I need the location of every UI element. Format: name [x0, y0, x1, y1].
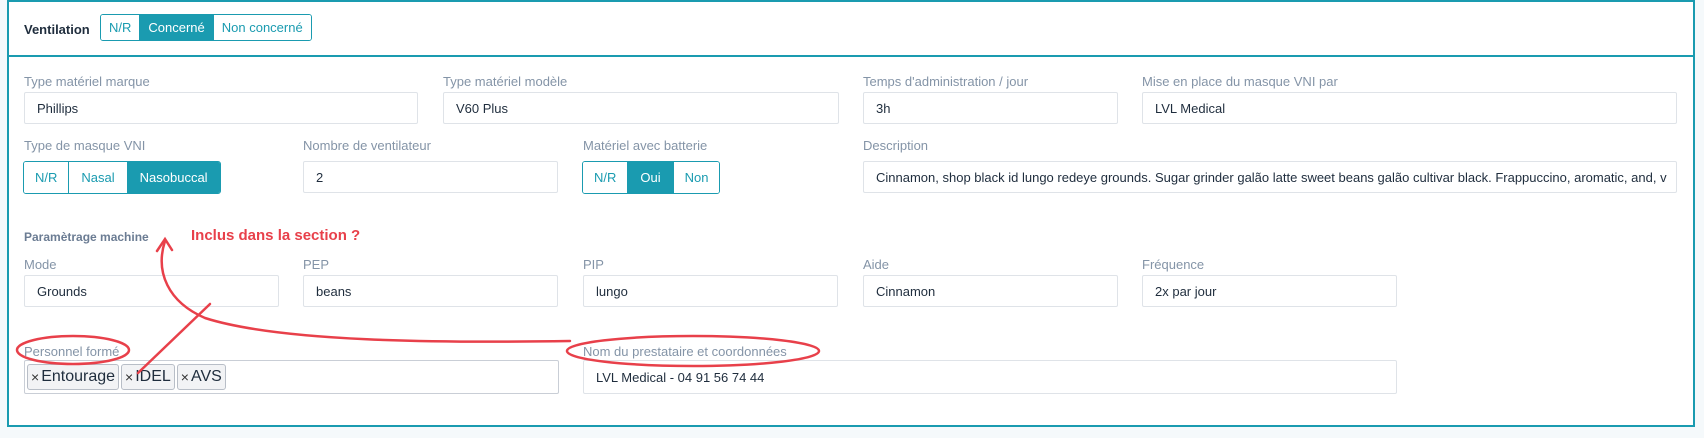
batterie-option-non[interactable]: Non [673, 162, 720, 193]
personnel-tag: × IDEL [121, 364, 175, 390]
modele-field[interactable]: V60 Plus [443, 92, 839, 124]
personnel-label: Personnel formé [24, 344, 120, 359]
masque-par-field[interactable]: LVL Medical [1142, 92, 1677, 124]
masque-par-label: Mise en place du masque VNI par [1142, 74, 1338, 89]
batterie-option-nr[interactable]: N/R [583, 162, 629, 193]
annotation-question: Inclus dans la section ? [191, 227, 361, 244]
nb-ventilateur-label: Nombre de ventilateur [303, 138, 431, 153]
marque-label: Type matériel marque [24, 74, 150, 89]
pep-field[interactable]: beans [303, 275, 558, 307]
remove-tag-icon[interactable]: × [31, 369, 39, 385]
status-option-non-concerne[interactable]: Non concerné [213, 15, 311, 40]
pip-field[interactable]: lungo [583, 275, 838, 307]
frequence-field[interactable]: 2x par jour [1142, 275, 1397, 307]
type-masque-label: Type de masque VNI [24, 138, 146, 153]
prestataire-label: Nom du prestataire et coordonnées [583, 344, 787, 359]
batterie-toggle: N/R Oui Non [582, 161, 721, 194]
description-field[interactable]: Cinnamon, shop black id lungo redeye gro… [863, 161, 1677, 193]
prestataire-field[interactable]: LVL Medical - 04 91 56 74 44 [583, 360, 1397, 394]
remove-tag-icon[interactable]: × [125, 369, 133, 385]
temps-label: Temps d'administration / jour [863, 74, 1029, 89]
pep-label: PEP [303, 257, 330, 272]
mode-label: Mode [24, 257, 57, 272]
remove-tag-icon[interactable]: × [181, 369, 189, 385]
status-option-nr[interactable]: N/R [101, 15, 141, 40]
masque-option-nr[interactable]: N/R [24, 162, 70, 193]
aide-label: Aide [863, 257, 890, 272]
batterie-label: Matériel avec batterie [583, 138, 708, 153]
frequence-label: Fréquence [1142, 257, 1205, 272]
personnel-tag: × Entourage [27, 364, 120, 390]
parametrage-section-title: Paramètrage machine [24, 230, 149, 244]
aide-field[interactable]: Cinnamon [863, 275, 1118, 307]
panel-header: Ventilation N/R Concerné Non concerné [9, 2, 1693, 57]
description-label: Description [863, 138, 929, 153]
pip-label: PIP [583, 257, 604, 272]
mode-field[interactable]: Grounds [24, 275, 279, 307]
batterie-option-oui[interactable]: Oui [628, 162, 674, 193]
masque-option-nasobuccal[interactable]: Nasobuccal [127, 162, 220, 193]
type-masque-toggle: N/R Nasal Nasobuccal [23, 161, 221, 194]
ventilation-status-toggle: N/R Concerné Non concerné [100, 14, 312, 41]
tag-label: Entourage [41, 368, 116, 385]
masque-option-nasal[interactable]: Nasal [69, 162, 128, 193]
personnel-tags-field[interactable]: × Entourage × IDEL × AVS [24, 360, 559, 394]
tag-label: IDEL [135, 368, 171, 385]
tag-label: AVS [190, 368, 222, 385]
marque-field[interactable]: Phillips [24, 92, 418, 124]
panel-title: Ventilation [24, 22, 90, 37]
temps-field[interactable]: 3h [863, 92, 1118, 124]
personnel-tag: × AVS [176, 364, 226, 390]
modele-label: Type matériel modèle [443, 74, 568, 89]
status-option-concerne[interactable]: Concerné [140, 15, 214, 40]
nb-ventilateur-field[interactable]: 2 [303, 161, 558, 193]
